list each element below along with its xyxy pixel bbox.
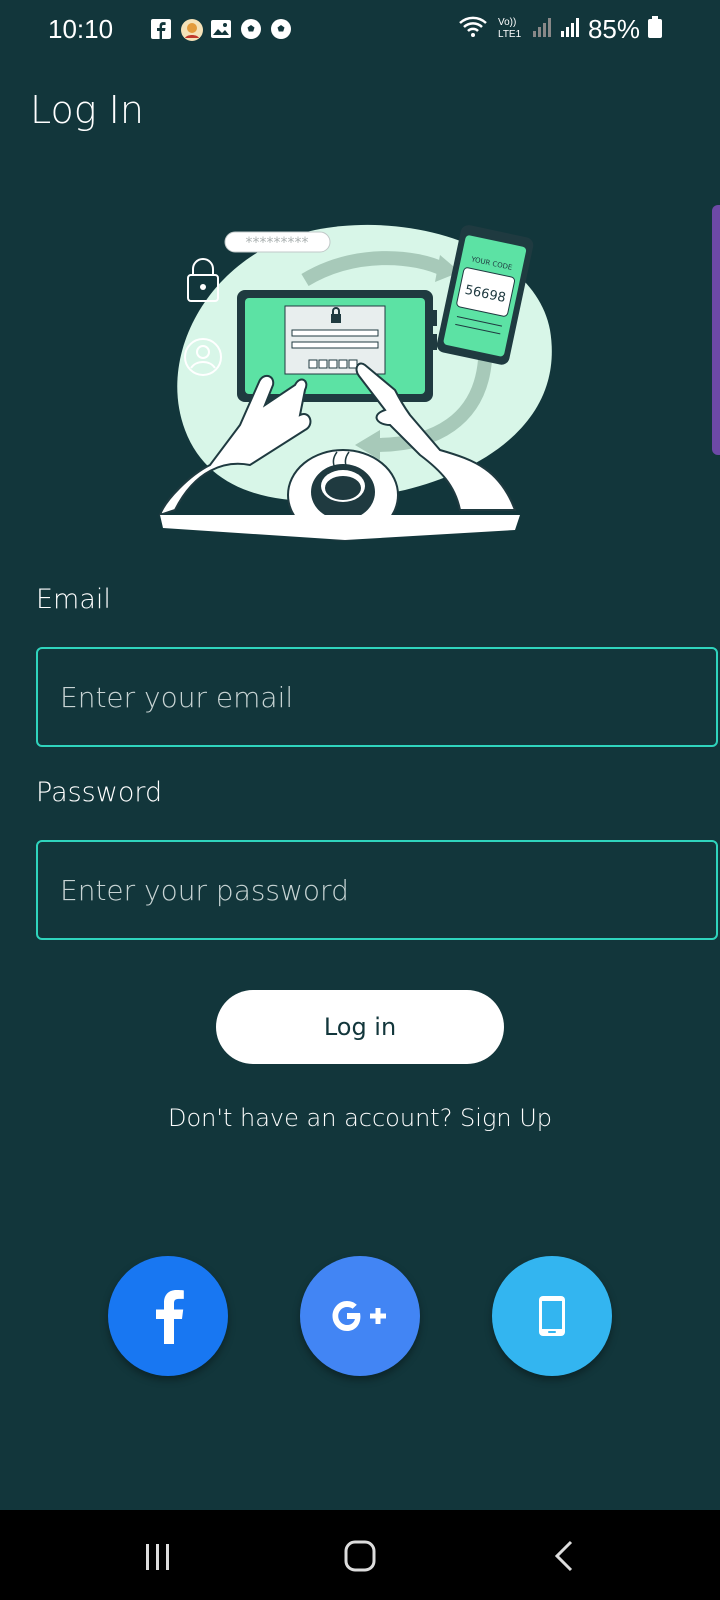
status-indicators: Vo)) LTE1 85% bbox=[458, 14, 662, 45]
soccer-ball-icon bbox=[270, 18, 294, 42]
facebook-icon bbox=[156, 1290, 184, 1344]
navigation-bar bbox=[0, 1510, 720, 1600]
battery-icon bbox=[648, 16, 662, 43]
facebook-login-button[interactable] bbox=[108, 1256, 228, 1376]
password-input[interactable] bbox=[36, 840, 718, 940]
password-mask-text: ********* bbox=[246, 235, 309, 251]
back-icon[interactable] bbox=[545, 1538, 585, 1574]
email-label: Email bbox=[36, 584, 111, 615]
volte-icon: Vo)) LTE1 bbox=[496, 15, 524, 44]
signal-icon bbox=[532, 16, 552, 43]
status-bar: 10:10 Vo)) LTE1 85% bbox=[0, 0, 720, 60]
status-time: 10:10 bbox=[48, 14, 114, 44]
email-input[interactable] bbox=[36, 647, 718, 747]
facebook-icon bbox=[150, 18, 174, 42]
battery-percentage: 85% bbox=[587, 14, 640, 44]
google-plus-icon bbox=[332, 1301, 386, 1331]
notification-icons bbox=[150, 18, 294, 42]
soccer-ball-icon bbox=[240, 18, 264, 42]
svg-text:LTE1: LTE1 bbox=[498, 29, 522, 39]
signup-link[interactable]: Don't have an account? Sign Up bbox=[0, 1104, 720, 1132]
google-plus-login-button[interactable] bbox=[300, 1256, 420, 1376]
avatar-icon bbox=[180, 18, 204, 42]
login-button[interactable]: Log in bbox=[216, 990, 504, 1064]
gallery-icon bbox=[210, 18, 234, 42]
password-label: Password bbox=[36, 777, 163, 808]
edge-panel-handle[interactable] bbox=[712, 205, 720, 455]
page-title: Log In bbox=[30, 88, 144, 132]
login-illustration: ********* YOUR CODE 56698 bbox=[158, 224, 552, 541]
signal-icon bbox=[560, 16, 580, 43]
home-icon[interactable] bbox=[340, 1538, 380, 1574]
recent-apps-icon[interactable] bbox=[138, 1538, 178, 1574]
wifi-icon bbox=[458, 15, 488, 44]
phone-login-button[interactable] bbox=[492, 1256, 612, 1376]
svg-text:Vo)): Vo)) bbox=[498, 17, 516, 28]
phone-icon bbox=[539, 1296, 565, 1336]
